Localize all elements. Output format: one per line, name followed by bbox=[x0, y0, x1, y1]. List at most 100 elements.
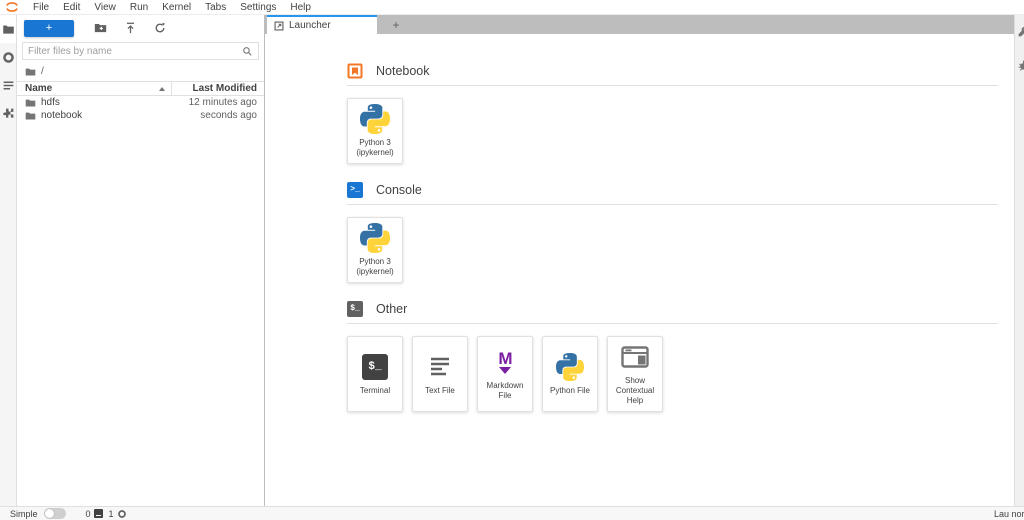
simple-mode-label: Simple bbox=[10, 509, 38, 519]
console-icon: >_ bbox=[347, 182, 363, 198]
status-bar: Simple 0 1 Lau norm bbox=[0, 506, 1024, 520]
file-modified: seconds ago bbox=[172, 110, 264, 121]
menu-help[interactable]: Help bbox=[283, 2, 318, 13]
folder-icon bbox=[25, 111, 36, 121]
breadcrumb[interactable]: / bbox=[17, 63, 264, 81]
card-label: Show Contextual Help bbox=[610, 376, 660, 407]
python-icon bbox=[360, 223, 390, 253]
upload-button[interactable] bbox=[116, 19, 145, 37]
section-other: $_ Other $_ Terminal bbox=[347, 300, 998, 412]
list-icon bbox=[2, 79, 15, 92]
new-folder-button[interactable] bbox=[85, 19, 116, 37]
text-file-icon bbox=[427, 355, 453, 379]
sidebar-tab-file-browser[interactable] bbox=[0, 15, 16, 43]
sidebar-tab-table-of-contents[interactable] bbox=[0, 71, 16, 99]
python-icon bbox=[360, 104, 390, 134]
home-folder-icon bbox=[25, 67, 36, 77]
menu-kernel[interactable]: Kernel bbox=[155, 2, 198, 13]
running-kernels-icon bbox=[2, 51, 15, 64]
file-browser-panel: + bbox=[17, 15, 265, 506]
sidebar-tab-extensions[interactable] bbox=[0, 99, 16, 127]
new-launcher-button[interactable]: + bbox=[24, 20, 74, 37]
simple-mode-toggle[interactable] bbox=[44, 508, 66, 519]
card-label: Markdown File bbox=[480, 381, 530, 402]
launcher-card-terminal[interactable]: $_ Terminal bbox=[347, 336, 403, 412]
file-row-hdfs[interactable]: hdfs 12 minutes ago bbox=[17, 96, 264, 109]
card-label: Python 3 (ipykernel) bbox=[350, 257, 400, 278]
tab-label: Launcher bbox=[289, 20, 331, 31]
breadcrumb-path: / bbox=[41, 66, 44, 77]
terminals-count: 0 bbox=[86, 509, 91, 519]
terminal-icon bbox=[94, 509, 103, 518]
menu-view[interactable]: View bbox=[87, 2, 123, 13]
launcher-card-show-contextual-help[interactable]: Show Contextual Help bbox=[607, 336, 663, 412]
name-header-label: Name bbox=[25, 83, 52, 94]
section-title: Notebook bbox=[376, 64, 430, 78]
file-modified: 12 minutes ago bbox=[172, 97, 264, 108]
menu-edit[interactable]: Edit bbox=[56, 2, 87, 13]
kernels-count: 1 bbox=[109, 509, 114, 519]
column-header-modified[interactable]: Last Modified bbox=[172, 83, 264, 94]
launcher-card-text-file[interactable]: Text File bbox=[412, 336, 468, 412]
tab-bar: Launcher + bbox=[265, 15, 1014, 34]
folder-icon bbox=[25, 98, 36, 108]
card-label: Text File bbox=[425, 386, 455, 396]
menu-run[interactable]: Run bbox=[123, 2, 155, 13]
file-name: hdfs bbox=[41, 97, 60, 108]
toggle-knob bbox=[45, 509, 54, 518]
puzzle-icon bbox=[2, 107, 15, 120]
terminal-icon: $_ bbox=[347, 301, 363, 317]
section-title: Console bbox=[376, 183, 422, 197]
section-console: >_ Console Python 3 (ipyke bbox=[347, 181, 998, 283]
right-activity-bar bbox=[1014, 15, 1024, 506]
tab-launcher[interactable]: Launcher bbox=[267, 15, 377, 34]
launcher-icon bbox=[274, 21, 284, 31]
section-divider bbox=[347, 85, 998, 86]
notebook-icon bbox=[347, 63, 363, 79]
file-row-notebook[interactable]: notebook seconds ago bbox=[17, 109, 264, 122]
terminal-icon: $_ bbox=[362, 354, 388, 380]
debugger-icon[interactable] bbox=[1017, 59, 1024, 77]
section-title: Other bbox=[376, 302, 407, 316]
kernels-status[interactable]: 1 bbox=[109, 509, 127, 519]
left-activity-bar bbox=[0, 15, 17, 506]
section-notebook: Notebook Python 3 (ipykernel) bbox=[347, 62, 998, 164]
sidebar-tab-running[interactable] bbox=[0, 43, 16, 71]
new-folder-icon bbox=[94, 22, 107, 34]
launcher-card-markdown-file[interactable]: M Markdown File bbox=[477, 336, 533, 412]
section-divider bbox=[347, 323, 998, 324]
new-tab-button[interactable]: + bbox=[377, 15, 415, 34]
file-filter-box bbox=[22, 42, 259, 60]
launcher-card-console-python3[interactable]: Python 3 (ipykernel) bbox=[347, 217, 403, 283]
menu-bar: File Edit View Run Kernel Tabs Settings … bbox=[0, 0, 1024, 15]
file-browser-toolbar: + bbox=[17, 15, 264, 41]
refresh-icon bbox=[154, 22, 166, 34]
jupyterlab-window: File Edit View Run Kernel Tabs Settings … bbox=[0, 0, 1024, 520]
section-divider bbox=[347, 204, 998, 205]
card-label: Python 3 (ipykernel) bbox=[350, 138, 400, 159]
markdown-icon: M bbox=[498, 350, 511, 374]
search-icon bbox=[242, 46, 253, 57]
menu-settings[interactable]: Settings bbox=[233, 2, 283, 13]
main-area: Launcher + Notebook bbox=[265, 15, 1014, 506]
menu-tabs[interactable]: Tabs bbox=[198, 2, 233, 13]
column-header-name[interactable]: Name bbox=[17, 83, 171, 94]
sort-ascending-icon bbox=[159, 87, 165, 91]
status-right-text: Lau norm bbox=[994, 509, 1024, 519]
file-list-header: Name Last Modified bbox=[17, 81, 264, 96]
jupyter-logo-icon bbox=[4, 1, 20, 13]
python-icon bbox=[556, 353, 584, 381]
launcher-card-notebook-python3[interactable]: Python 3 (ipykernel) bbox=[347, 98, 403, 164]
file-name: notebook bbox=[41, 110, 82, 121]
terminals-status[interactable]: 0 bbox=[86, 509, 103, 519]
upload-icon bbox=[125, 22, 136, 34]
menu-file[interactable]: File bbox=[26, 2, 56, 13]
contextual-help-icon bbox=[621, 346, 649, 368]
property-inspector-icon[interactable] bbox=[1017, 25, 1024, 43]
refresh-button[interactable] bbox=[145, 19, 175, 37]
file-filter-input[interactable] bbox=[28, 46, 242, 57]
launcher-card-python-file[interactable]: Python File bbox=[542, 336, 598, 412]
kernel-circle-icon bbox=[117, 509, 127, 519]
card-label: Python File bbox=[550, 386, 590, 396]
launcher-body: Notebook Python 3 (ipykernel) bbox=[265, 34, 1014, 506]
